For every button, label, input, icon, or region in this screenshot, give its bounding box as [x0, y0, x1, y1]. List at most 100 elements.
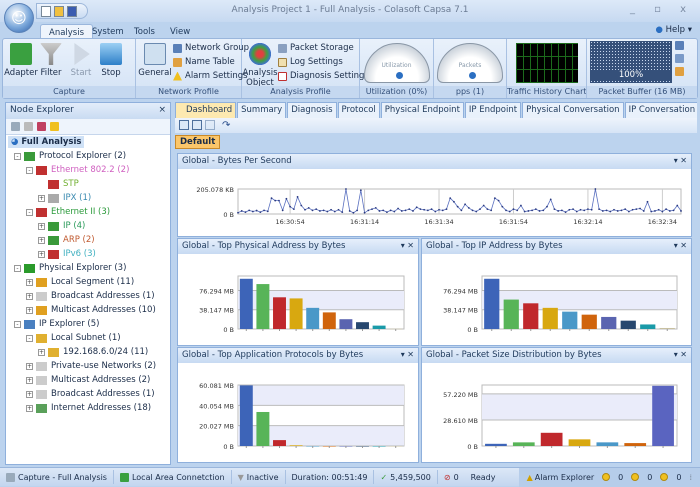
doc-tab-diagnosis[interactable]: Diagnosis — [287, 102, 337, 118]
tree-node[interactable]: - Local Subnet (1) — [6, 331, 170, 345]
adapter-button[interactable]: Adapter — [4, 43, 38, 78]
filter-button[interactable]: Filter — [36, 43, 66, 78]
close-icon[interactable]: ✕ — [680, 156, 687, 165]
node-view-icon[interactable] — [11, 122, 20, 131]
remove-chart-icon[interactable] — [205, 120, 215, 130]
refresh-icon[interactable]: ↷ — [222, 120, 230, 131]
analysis-object-button[interactable]: Analysis Object — [242, 43, 278, 88]
stop-button[interactable]: Stop — [96, 43, 126, 78]
dropdown-icon[interactable]: ▾ — [674, 241, 678, 250]
start-button[interactable]: Start — [66, 43, 96, 78]
expand-toggle-icon[interactable]: + — [38, 250, 45, 258]
expand-toggle-icon[interactable]: + — [26, 306, 33, 314]
warning-icon — [173, 71, 182, 81]
tree-node[interactable]: + Broadcast Addresses (1) — [6, 387, 170, 401]
grid-band — [482, 393, 677, 420]
expand-toggle-icon[interactable]: + — [38, 222, 45, 230]
tree-node[interactable]: - Ethernet II (3) — [6, 205, 170, 219]
default-dashboard-tab[interactable]: Default — [175, 135, 221, 149]
packet-storage-button[interactable]: Packet Storage — [278, 41, 369, 55]
general-button[interactable]: General — [138, 43, 172, 83]
close-icon[interactable]: ✕ — [680, 241, 687, 250]
window-controls[interactable]: _ ▫ x — [630, 4, 694, 15]
doc-tab-physical-endpoint[interactable]: Physical Endpoint — [380, 102, 464, 118]
expand-toggle-icon[interactable]: + — [26, 292, 33, 300]
name-table-button[interactable]: Name Table — [173, 55, 249, 69]
expand-toggle-icon[interactable]: + — [38, 194, 45, 202]
alarm-explorer[interactable]: ▲ Alarm Explorer 0 0 0 ⁞ — [518, 467, 700, 487]
top-ip-address-panel: Global - Top IP Address by Bytes ▾ ✕ 76.29… — [421, 238, 692, 346]
tree-root-label: Full Analysis — [21, 137, 82, 147]
close-icon[interactable]: × — [158, 105, 166, 117]
status-capture[interactable]: Capture - Full Analysis — [0, 470, 114, 484]
expand-toggle-icon[interactable]: - — [26, 334, 33, 342]
node-group-icon[interactable] — [37, 122, 46, 131]
expand-toggle-icon[interactable]: + — [26, 404, 33, 412]
close-icon[interactable]: ✕ — [407, 350, 414, 359]
doc-tab-dashboard[interactable]: Dashboard — [175, 102, 237, 118]
log-settings-button[interactable]: Log Settings — [278, 55, 369, 69]
data-point — [642, 210, 645, 212]
expand-toggle-icon[interactable]: - — [26, 166, 33, 174]
network-group-button[interactable]: Network Group — [173, 41, 249, 55]
status-filter[interactable]: ▼ Inactive — [232, 470, 286, 484]
tree-root-full-analysis[interactable]: ◕ Full Analysis — [8, 136, 85, 148]
diagnosis-settings-button[interactable]: Diagnosis Settings — [278, 69, 369, 83]
pps-group: Packets pps (1) — [434, 39, 507, 98]
add-chart-icon[interactable] — [179, 120, 189, 130]
chart-svg: 60.081 MB 40.054 MB 20.027 MB 0 B — [199, 382, 405, 451]
capture-buttons-row: Adapter Filter Start Stop — [4, 41, 132, 78]
tree-node[interactable]: - IP Explorer (5) — [6, 317, 170, 331]
tree-node[interactable]: + Multicast Addresses (10) — [6, 303, 170, 317]
tree-node[interactable]: + Multicast Addresses (2) — [6, 373, 170, 387]
app-menu-button[interactable]: ☺ — [4, 3, 34, 33]
node-filter-icon[interactable] — [24, 122, 33, 131]
expand-toggle-icon[interactable]: + — [26, 390, 33, 398]
buffer-export-icon[interactable] — [675, 41, 684, 50]
tree-node[interactable]: - Ethernet 802.2 (2) — [6, 163, 170, 177]
tree-node[interactable]: + IPX (1) — [6, 191, 170, 205]
expand-toggle-icon[interactable]: + — [26, 362, 33, 370]
doc-tab-protocol[interactable]: Protocol — [337, 102, 380, 118]
layout-icon[interactable] — [192, 120, 202, 130]
bar — [372, 325, 386, 329]
tree-node[interactable]: + IPv6 (3) — [6, 247, 170, 261]
expand-toggle-icon[interactable]: + — [26, 376, 33, 384]
status-adapter[interactable]: Local Area Connetction — [114, 470, 232, 484]
tree-node[interactable]: + Local Segment (11) — [6, 275, 170, 289]
expand-toggle-icon[interactable]: - — [14, 264, 21, 272]
doc-tab-physical-conversation[interactable]: Physical Conversation — [522, 102, 624, 118]
tree-node[interactable]: + Internet Addresses (18) — [6, 401, 170, 415]
tree-node[interactable]: + Broadcast Addresses (1) — [6, 289, 170, 303]
close-icon[interactable]: ✕ — [680, 350, 687, 359]
close-icon[interactable]: ✕ — [407, 241, 414, 250]
buffer-settings-icon[interactable] — [675, 54, 684, 63]
dropdown-icon[interactable]: ▾ — [401, 350, 405, 359]
expand-toggle-icon[interactable]: - — [14, 320, 21, 328]
tree-node[interactable]: + IP (4) — [6, 219, 170, 233]
doc-tab-ip-conversation[interactable]: IP Conversation — [624, 102, 697, 118]
expand-toggle-icon[interactable]: + — [26, 278, 33, 286]
y-tick-label: 20.027 MB — [199, 423, 234, 431]
node-alarm-icon[interactable] — [50, 122, 59, 131]
tree-node[interactable]: STP — [6, 177, 170, 191]
expand-toggle-icon[interactable]: - — [26, 208, 33, 216]
tree-node[interactable]: + Private-use Networks (2) — [6, 359, 170, 373]
expand-toggle-icon[interactable]: + — [38, 236, 45, 244]
tree-node[interactable]: - Protocol Explorer (2) — [6, 149, 170, 163]
dropdown-icon[interactable]: ▾ — [401, 241, 405, 250]
help-button[interactable]: ● Help ▾ — [656, 25, 692, 35]
dropdown-icon[interactable]: ▾ — [674, 350, 678, 359]
doc-tab-ip-endpoint[interactable]: IP Endpoint — [464, 102, 522, 118]
dropdown-icon[interactable]: ▾ — [674, 156, 678, 165]
traffic-history-chart[interactable] — [515, 43, 578, 83]
resize-grip-icon[interactable]: ⁞ — [689, 473, 692, 482]
expand-toggle-icon[interactable]: - — [14, 152, 21, 160]
tree-node[interactable]: +192.168.6.0/24 (11) — [6, 345, 170, 359]
doc-tab-summary[interactable]: Summary — [237, 102, 287, 118]
alarm-settings-button[interactable]: Alarm Settings — [173, 69, 249, 83]
tree-node[interactable]: + ARP (2) — [6, 233, 170, 247]
expand-toggle-icon[interactable]: + — [38, 348, 45, 356]
buffer-lock-icon[interactable] — [675, 67, 684, 76]
tree-node[interactable]: - Physical Explorer (3) — [6, 261, 170, 275]
